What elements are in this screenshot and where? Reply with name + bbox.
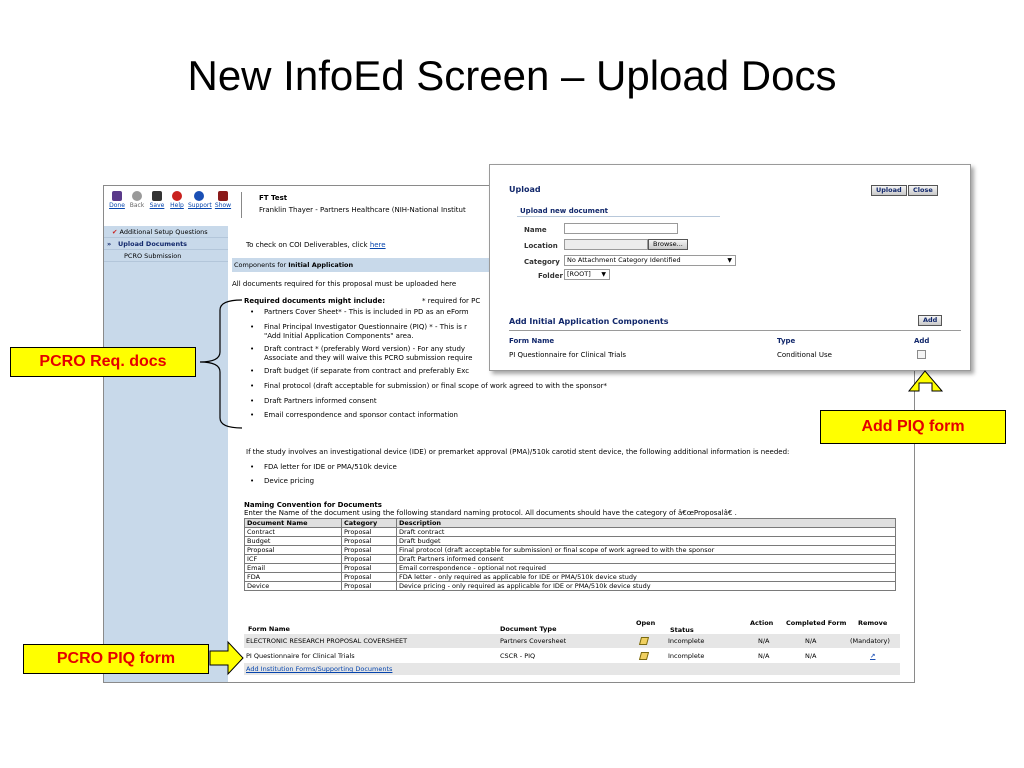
show-button[interactable]: Show [212, 191, 234, 209]
location-label: Location [524, 242, 558, 250]
column-header: Remove [858, 619, 888, 627]
sidebar-item-upload-documents[interactable]: » Upload Documents [104, 238, 228, 250]
column-header: Action [750, 619, 774, 627]
required-item: Draft Partners informed consent [250, 397, 377, 405]
add-piq-form-callout: Add PIQ form [820, 410, 1006, 444]
table-row: Budget Proposal Draft budget [244, 536, 896, 546]
column-header: Description [396, 518, 896, 528]
column-header: Add [914, 337, 930, 345]
done-button[interactable]: Done [106, 191, 128, 209]
show-icon [218, 191, 228, 201]
naming-text: Enter the Name of the document using the… [244, 509, 737, 517]
table-row: PI Questionnaire for Clinical Trials CSC… [246, 652, 876, 662]
save-button[interactable]: Save [146, 191, 168, 209]
column-header: Completed Form [786, 619, 847, 627]
help-icon [172, 191, 182, 201]
folder-select[interactable]: [ROOT] ▼ [564, 269, 610, 280]
chevron-down-icon: ▼ [601, 271, 606, 278]
pencil-icon [638, 637, 650, 645]
column-header: Document Name [244, 518, 342, 528]
component-type: Conditional Use [777, 351, 832, 359]
table-row: Contract Proposal Draft contract [244, 527, 896, 537]
table-row: Email Proposal Email correspondence - opti… [244, 563, 896, 573]
folder-label: Folder [538, 272, 563, 280]
table-header-row: Document Name Category Description [244, 518, 896, 528]
required-item: Final protocol (draft acceptable for sub… [250, 382, 607, 390]
sidebar: ✔ Additional Setup Questions » Upload Do… [104, 226, 228, 682]
open-form-button[interactable] [638, 652, 650, 662]
name-input[interactable] [564, 223, 678, 234]
table-row: Proposal Proposal Final protocol (draft ac… [244, 545, 896, 555]
ide-text: If the study involves an investigational… [246, 448, 790, 456]
table-row: ICF Proposal Draft Partners informed conse… [244, 554, 896, 564]
column-header: Status [670, 626, 694, 634]
all-docs-text: All documents required for this proposal… [232, 280, 457, 288]
coi-text: To check on COI Deliverables, click here [246, 241, 386, 249]
slide-title: New InfoEd Screen – Upload Docs [187, 52, 837, 99]
pcro-req-docs-callout: PCRO Req. docs [10, 347, 196, 377]
exit-icon [112, 191, 122, 201]
column-header: Type [777, 337, 796, 345]
toolbar: Done Back Save Help Support Show [104, 186, 239, 226]
naming-table: Document Name Category Description Contr… [244, 518, 896, 591]
pcro-piq-form-callout: PCRO PIQ form [23, 644, 209, 674]
required-note: * required for PC [422, 297, 481, 305]
back-button[interactable]: Back [126, 191, 148, 209]
support-button[interactable]: Support [188, 191, 212, 209]
checkmark-icon: ✔ [112, 228, 118, 236]
help-button[interactable]: Help [166, 191, 188, 209]
column-header: Document Type [500, 625, 557, 633]
required-item: Final Principal Investigator Questionnai… [250, 323, 467, 331]
column-header: Form Name [509, 337, 555, 345]
chevron-down-icon: ▼ [727, 257, 732, 264]
required-item: Partners Cover Sheet* - This is included… [250, 308, 469, 316]
add-button[interactable]: Add [918, 315, 943, 326]
floppy-disk-icon [152, 191, 162, 201]
info-icon [194, 191, 204, 201]
required-item: Email correspondence and sponsor contact… [250, 411, 458, 419]
add-piq-checkbox[interactable] [917, 350, 926, 359]
location-input[interactable] [564, 239, 648, 250]
naming-heading: Naming Convention for Documents [244, 501, 382, 509]
column-header: Category [341, 518, 397, 528]
category-select[interactable]: No Attachment Category Identified ▼ [564, 255, 736, 266]
category-label: Category [524, 258, 560, 266]
divider [509, 330, 961, 331]
column-header: Open [636, 619, 656, 627]
table-row: FDA Proposal FDA letter - only required as… [244, 572, 896, 582]
dialog-title: Upload [509, 185, 541, 194]
sidebar-item-additional-setup[interactable]: ✔ Additional Setup Questions [104, 226, 228, 238]
ide-item: Device pricing [250, 477, 314, 485]
sidebar-item-pcro-submission[interactable]: PCRO Submission [104, 250, 228, 262]
component-form-name: PI Questionnaire for Clinical Trials [509, 351, 627, 359]
divider [517, 216, 720, 217]
required-item-cont: Associate and they will waive this PCRO … [264, 354, 473, 362]
column-header: Form Name [248, 625, 290, 633]
upload-dialog: Upload Upload Close Upload new document … [489, 164, 971, 371]
add-institution-forms-link[interactable]: Add Institution Forms/Supporting Documen… [246, 665, 392, 673]
required-item: Draft contract * (preferably Word versio… [250, 345, 465, 353]
coi-here-link[interactable]: here [370, 241, 386, 249]
ide-item: FDA letter for IDE or PMA/510k device [250, 463, 397, 471]
open-form-button[interactable] [638, 637, 650, 647]
required-heading: Required documents might include: [244, 297, 386, 305]
upload-button[interactable]: Upload [871, 185, 907, 196]
name-label: Name [524, 226, 547, 234]
close-button[interactable]: Close [908, 185, 938, 196]
toolbar-divider [241, 192, 242, 218]
browse-button[interactable]: Browse... [648, 239, 688, 250]
project-title: FT Test [259, 194, 288, 202]
back-arrow-icon [132, 191, 142, 201]
table-row: Device Proposal Device pricing - only requ… [244, 581, 896, 591]
table-row: Add Institution Forms/Supporting Documen… [244, 663, 900, 675]
add-components-heading: Add Initial Application Components [509, 317, 669, 326]
project-subtitle: Franklin Thayer - Partners Healthcare (N… [259, 206, 466, 214]
remove-icon[interactable]: ↗ [870, 652, 875, 660]
dialog-subtitle: Upload new document [520, 207, 609, 215]
pencil-icon [638, 652, 650, 660]
required-item-cont: "Add Initial Application Components" are… [264, 332, 414, 340]
table-row: ELECTRONIC RESEARCH PROPOSAL COVERSHEET … [244, 634, 900, 648]
required-item: Draft budget (if separate from contract … [250, 367, 469, 375]
